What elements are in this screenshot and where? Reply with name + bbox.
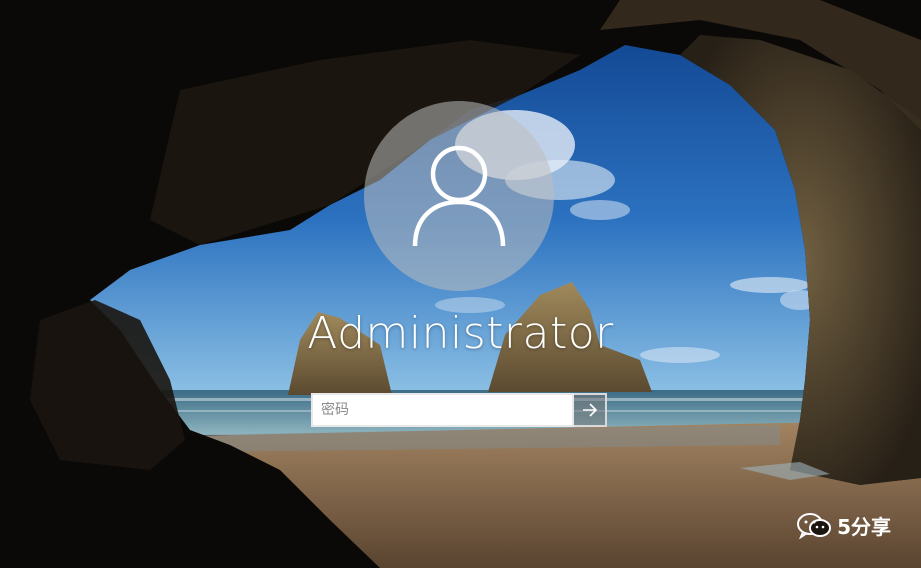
wechat-icon bbox=[797, 512, 832, 539]
lock-screen: Administrator 5分享 bbox=[0, 0, 921, 568]
arrow-right-icon bbox=[582, 403, 597, 417]
submit-button[interactable] bbox=[574, 393, 607, 427]
password-form bbox=[311, 393, 607, 427]
watermark-text: 5分享 bbox=[837, 515, 891, 539]
username-label: Administrator bbox=[307, 308, 614, 359]
password-input[interactable] bbox=[311, 393, 574, 427]
user-avatar bbox=[364, 101, 554, 291]
watermark: 5分享 bbox=[797, 511, 891, 540]
user-silhouette-icon bbox=[412, 145, 506, 247]
